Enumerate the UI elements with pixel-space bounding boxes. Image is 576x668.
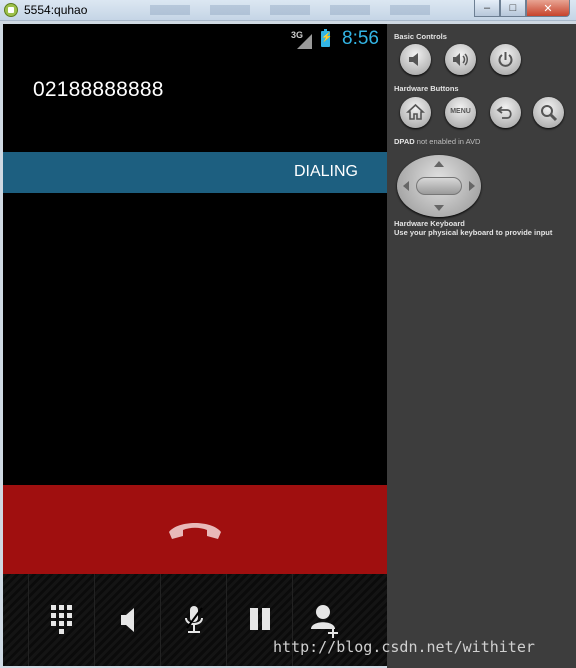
status-bar: 3G 8:56 [3,24,387,54]
search-icon [541,105,558,122]
menu-button-label: MENU [450,108,471,115]
dpad-up-icon[interactable] [434,161,444,167]
back-button[interactable] [490,97,521,128]
dialed-number: 02188888888 [33,78,164,101]
window-title: 5554:quhao [24,3,88,17]
call-state-banner: DIALING [3,152,387,193]
home-icon [406,103,425,120]
maximize-button[interactable]: □ [500,0,526,17]
emulator-screen: 3G 8:56 02188888888 DIALING [3,24,387,666]
volume-up-button[interactable] [445,44,476,75]
back-arrow-icon [496,106,512,119]
dialpad-icon [50,605,72,634]
end-call-handset-icon [169,523,221,539]
dpad-status: not enabled in AVD [416,137,481,146]
search-button[interactable] [533,97,564,128]
dpad-right-icon[interactable] [469,181,475,191]
signal-bars-icon [297,34,312,49]
volume-up-icon [453,53,468,66]
call-state-label: DIALING [293,163,358,180]
emulator-controls-panel: Basic Controls Hardware Buttons MENU DPA… [387,24,576,668]
end-call-button[interactable] [3,485,387,574]
dpad-left-icon[interactable] [403,181,409,191]
dpad-title: DPAD [394,137,415,146]
hardware-keyboard-hint: Use your physical keyboard to provide in… [394,228,553,237]
dpad-heading: DPAD not enabled in AVD [394,137,480,146]
mute-button[interactable] [160,574,226,666]
dpad-down-icon[interactable] [434,205,444,211]
dpad-center-button[interactable] [416,177,462,195]
volume-down-button[interactable] [400,44,431,75]
window-titlebar: 5554:quhao – □ ✕ [0,0,576,21]
background-window-title-blur [150,5,440,15]
volume-down-icon [409,53,418,66]
mute-icon [184,606,203,633]
hold-icon [249,608,270,630]
hardware-buttons-heading: Hardware Buttons [394,84,459,93]
add-call-icon [310,605,338,638]
signal-indicator: 3G [291,30,315,50]
home-button[interactable] [400,97,431,128]
android-app-icon [4,3,18,17]
speaker-icon [120,608,134,632]
power-icon [498,52,513,67]
status-clock: 8:56 [342,28,379,49]
hardware-keyboard-heading: Hardware Keyboard [394,219,465,228]
watermark: http://blog.csdn.net/withiter [273,638,535,656]
battery-charging-icon [321,29,332,47]
dialpad-button[interactable] [28,574,94,666]
window-buttons: – □ ✕ [474,0,570,18]
dpad[interactable] [397,155,481,217]
basic-controls-heading: Basic Controls [394,32,447,41]
close-button[interactable]: ✕ [526,0,570,17]
speaker-button[interactable] [94,574,160,666]
menu-button[interactable]: MENU [445,97,476,128]
power-button[interactable] [490,44,521,75]
minimize-button[interactable]: – [474,0,500,17]
